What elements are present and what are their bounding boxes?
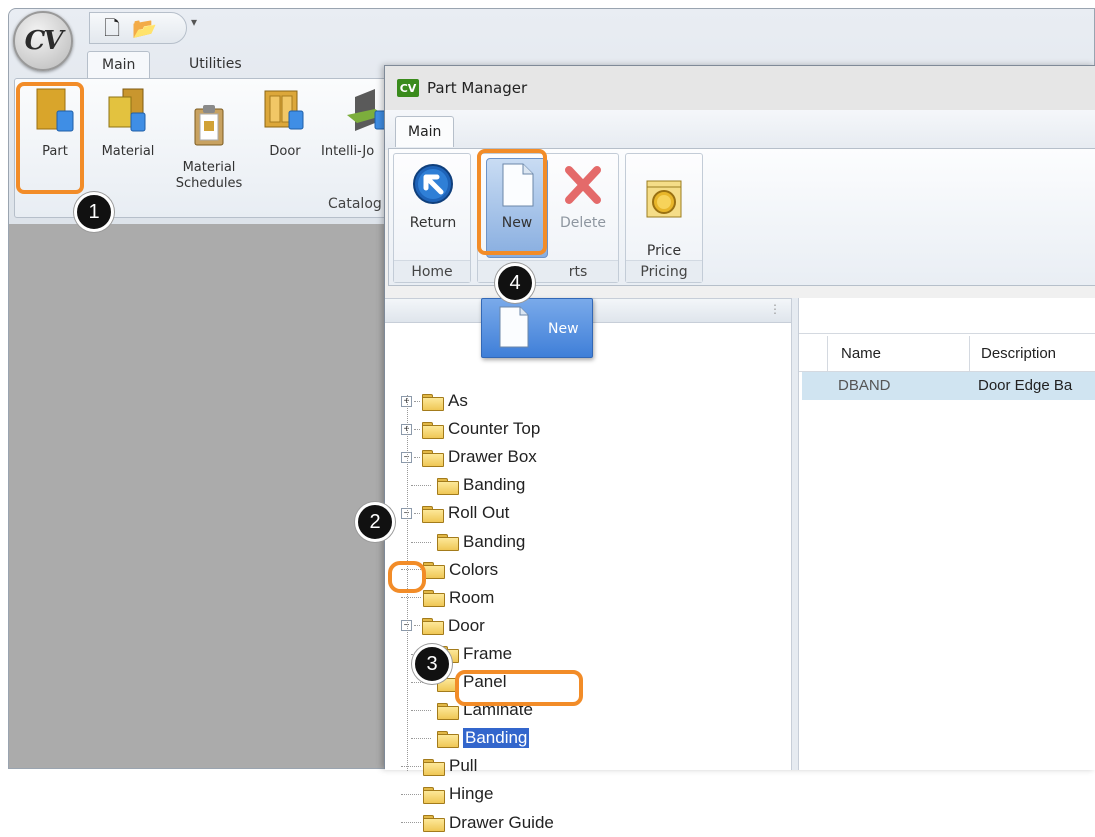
tree-node[interactable]: Pull [401,752,477,780]
pane-splitter[interactable] [791,298,799,770]
folder-icon [423,562,445,580]
folder-icon [422,393,444,411]
step-marker-4: 4 [495,263,535,303]
delete-label: Delete [560,215,606,231]
tree-node-label: Banding [463,475,526,495]
tab-main[interactable]: Main [87,51,151,79]
delete-x-icon [565,166,601,204]
grid-toolbar-area [799,298,1095,334]
material-label: Material [101,144,155,159]
material-schedules-button[interactable]: Material Schedules [173,87,245,192]
folder-icon [437,477,459,495]
new-menu-item[interactable]: New [481,298,593,358]
folder-icon [437,702,459,720]
pricing-group-label: Pricing [626,260,702,282]
tree-node-label: Banding [463,728,530,749]
tree-node-label: As [448,391,468,410]
material-icon [108,88,146,132]
open-folder-icon[interactable]: 📂 [132,18,157,38]
tree-node[interactable]: − Door [401,612,485,640]
tree-node-label: Frame [463,643,513,663]
part-manager-title: Part Manager [427,79,528,97]
folder-icon [422,449,444,467]
tree-node-label: Roll Out [448,503,510,523]
return-button[interactable]: Return [402,160,464,232]
intelli-joint-label: Intelli-Jo [321,144,375,159]
folder-icon [423,590,445,608]
delete-button[interactable]: Delete [552,160,614,232]
return-label: Return [409,215,457,231]
material-button[interactable]: Material [93,87,163,160]
home-group-label: Home [394,260,470,282]
folder-icon [422,618,444,636]
tree-node-label: Hinge [449,784,494,804]
tab-utilities[interactable]: Utilities [175,51,256,79]
tree-node-label: Drawer Box [448,447,537,467]
clipboard-icon [194,105,224,146]
table-row[interactable]: DBAND Door Edge Ba [802,372,1095,400]
folder-icon [423,786,445,804]
grid-header-row: Name Description [799,336,1095,372]
folder-icon [422,421,444,439]
part-manager-logo: CV [397,79,419,97]
new-menu-label: New [548,321,579,337]
tree-node-label: Counter Top [448,419,541,439]
pm-tab-main[interactable]: Main [395,116,455,147]
tree-node-label: Room [449,587,495,607]
tree-node[interactable]: + Counter Top [401,415,540,443]
highlight-door-expander [388,561,426,593]
folder-icon [422,505,444,523]
tree-node[interactable]: Banding [411,471,526,499]
part-manager-titlebar: CV Part Manager [385,66,1095,110]
new-document-icon[interactable]: 🗋 [104,18,120,38]
qat-dropdown-icon[interactable]: ▾ [191,15,197,29]
tree-node-label: Banding [463,531,526,551]
app-logo-button[interactable]: CV [13,11,73,71]
tree-node[interactable]: − Drawer Box [401,443,537,471]
step-marker-1: 1 [74,192,114,232]
folder-icon [423,758,445,776]
folder-icon [423,815,445,832]
tree-node-label: Door [448,615,485,635]
door-icon [264,90,304,130]
column-header-description[interactable]: Description [981,345,1056,362]
door-button[interactable]: Door [263,87,307,160]
tree-node[interactable]: − Roll Out [401,499,509,527]
cell-description: Door Edge Ba [978,377,1073,394]
tree-node[interactable]: Drawer Guide [401,809,554,837]
column-header-name[interactable]: Name [841,345,881,362]
price-matrix-icon [646,180,682,218]
folder-icon [437,730,459,748]
tree-node-label: Pull [449,756,478,776]
highlight-new-button [477,149,547,255]
tree-node[interactable]: Hinge [401,780,493,808]
return-arrow-icon [413,164,453,204]
ribbon-group-catalog: Catalog [328,196,382,212]
parts-grid-pane: Name Description DBAND Door Edge Ba [799,298,1095,770]
ribbon-group-pricing: Price Matrix Pricing [625,153,703,283]
grip-icon[interactable]: ⋮ [769,302,781,316]
tree-node[interactable]: Banding [411,528,526,556]
part-manager-tabbar [385,110,1095,150]
highlight-part-button [16,82,84,194]
tree-node[interactable]: + As [401,387,468,415]
new-document-icon [499,306,529,348]
door-label: Door [269,144,301,159]
app-logo-text: CV [24,26,64,56]
step-marker-3: 3 [412,644,452,684]
cell-name: DBAND [838,377,891,394]
tree-node-label: Colors [449,559,499,579]
category-tree-pane: ⋮ + As + Counter Top − Drawer Box Banding − Roll… [385,298,791,832]
intelli-joint-button[interactable]: Intelli-Jo [321,87,391,160]
highlight-banding-node [455,670,583,706]
tree-node[interactable]: Banding [411,724,530,752]
folder-icon [437,534,459,551]
tree-node-label: Drawer Guide [449,812,554,832]
material-schedules-label: Material Schedules [175,160,243,191]
step-marker-2: 2 [355,502,395,542]
quick-access-toolbar: 🗋 📂 [89,12,187,44]
ribbon-group-home: Return Home [393,153,471,283]
